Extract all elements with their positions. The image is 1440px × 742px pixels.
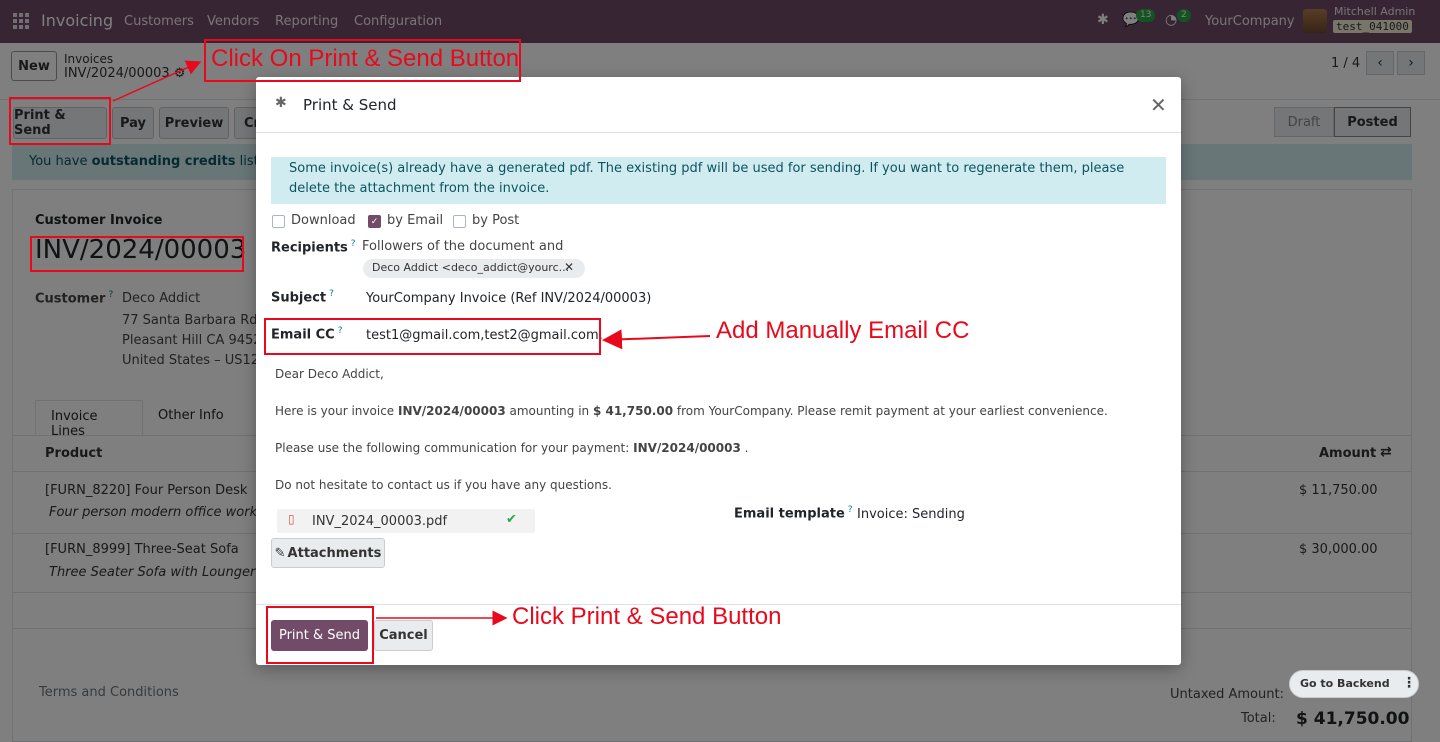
annotation-arrow-1 (112, 60, 202, 102)
annotation-arrows (112, 60, 711, 626)
annotation-arrow-2 (602, 329, 711, 350)
